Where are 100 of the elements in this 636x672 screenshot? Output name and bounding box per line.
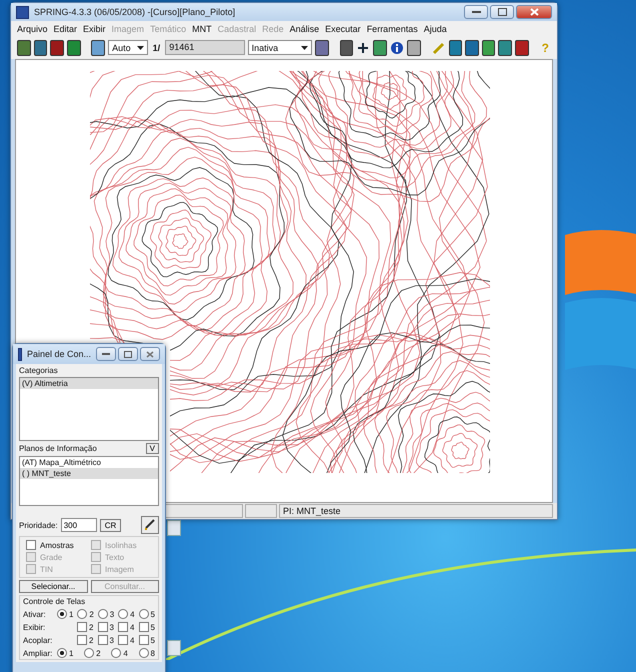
minimize-icon (472, 10, 480, 14)
app-icon (16, 6, 29, 18)
planes-button[interactable]: V (146, 443, 159, 454)
scale-field[interactable]: 91461 (165, 40, 245, 55)
info-icon[interactable] (390, 40, 404, 54)
radio-button[interactable] (118, 609, 128, 619)
minimize-button[interactable] (96, 347, 116, 361)
toolbar-icon[interactable] (465, 40, 479, 56)
close-button[interactable] (516, 5, 552, 19)
option-label: 4 (130, 610, 135, 618)
checkbox[interactable] (77, 622, 87, 632)
menu-item[interactable]: Executar (325, 24, 361, 34)
toolbar-icon[interactable] (66, 40, 80, 56)
toolbar-icon[interactable] (17, 40, 31, 56)
checkbox[interactable] (77, 635, 87, 645)
close-icon (146, 350, 154, 358)
window-title: SPRING-4.3.3 (06/05/2008) -[Curso][Plano_Piloto] (34, 7, 236, 17)
option-label: 4 (130, 622, 134, 632)
option-label: 8 (150, 648, 155, 658)
app-icon (18, 348, 22, 360)
option-label: 5 (150, 636, 155, 644)
option-label: 5 (150, 610, 155, 618)
desktop-icon[interactable] (167, 640, 181, 656)
toolbar-icon[interactable] (406, 40, 421, 56)
desktop-icon[interactable] (167, 520, 181, 536)
checkbox-label: TIN (40, 564, 53, 574)
toolbar-icon[interactable] (34, 40, 48, 56)
checkbox-label: Imagem (105, 564, 134, 574)
row-label: Ativar: (23, 610, 47, 618)
checkbox[interactable] (138, 622, 149, 632)
cr-button[interactable]: CR (100, 518, 122, 532)
list-item[interactable]: (V) Altimetria (20, 378, 158, 389)
radio-button[interactable] (77, 609, 88, 619)
checkbox[interactable] (98, 635, 108, 645)
option-label: 2 (89, 622, 94, 632)
checkbox-label: Amostras (40, 540, 74, 550)
menu-item[interactable]: MNT (192, 24, 212, 34)
menu-item[interactable]: Ajuda (424, 24, 447, 34)
pencil-icon (144, 518, 156, 530)
list-item[interactable]: (AT) Mapa_Altimétrico (20, 457, 158, 468)
state-dropdown[interactable]: Inativa (248, 40, 312, 55)
radio-button[interactable] (57, 648, 67, 658)
radio-button[interactable] (111, 648, 122, 658)
planes-label: Planos de Informação (19, 444, 97, 453)
checkbox[interactable] (118, 622, 128, 632)
maximize-icon (498, 8, 506, 16)
maximize-button[interactable] (118, 347, 138, 361)
close-icon (530, 8, 538, 16)
menu-item[interactable]: Exibir (83, 24, 106, 34)
toolbar-icon[interactable] (340, 40, 354, 56)
toolbar-icon[interactable] (50, 40, 64, 56)
row-label: Acoplar: (23, 636, 54, 644)
checkbox-label: Isolinhas (105, 540, 137, 550)
minimize-icon (102, 352, 110, 356)
close-button[interactable] (140, 347, 160, 361)
checkbox[interactable] (98, 622, 108, 632)
toolbar-icon[interactable] (315, 40, 329, 56)
pencil-button[interactable] (141, 516, 159, 534)
menu-item[interactable]: Análise (290, 24, 320, 34)
option-label: 2 (89, 636, 94, 644)
radio-button[interactable] (98, 609, 108, 619)
toolbar-icon[interactable] (482, 40, 496, 56)
maximize-button[interactable] (490, 5, 514, 19)
toolbar-icon[interactable] (515, 40, 529, 56)
radio-button[interactable] (138, 609, 148, 619)
panel-button[interactable]: Selecionar... (19, 580, 88, 593)
row-label: Exibir: (23, 622, 46, 632)
group-title: Controle de Telas (23, 597, 86, 606)
menu-item[interactable]: Editar (54, 24, 78, 34)
list-item[interactable]: ( ) MNT_teste (20, 468, 158, 479)
caret-icon (301, 46, 308, 50)
scale-prefix: 1/ (152, 42, 162, 52)
option-label: 1 (69, 610, 74, 618)
checkbox-label: Grade (40, 552, 62, 562)
checkbox[interactable] (26, 540, 36, 550)
zoom-dropdown[interactable]: Auto (108, 40, 148, 55)
option-label: 4 (123, 648, 128, 658)
radio-button[interactable] (57, 609, 67, 619)
toolbar-icon[interactable] (448, 40, 462, 56)
checkbox[interactable] (118, 635, 128, 645)
priority-field[interactable]: 300 (60, 518, 97, 532)
toolbar-icon[interactable] (91, 40, 106, 56)
plus-icon[interactable] (356, 40, 370, 54)
priority-label: Prioridade: (19, 520, 58, 530)
row-label: Ampliar: (23, 648, 54, 658)
option-label: 1 (69, 648, 74, 658)
maximize-icon (124, 350, 132, 358)
menu-item[interactable]: Arquivo (17, 24, 48, 34)
menu-item[interactable]: Ferramentas (366, 24, 418, 34)
option-label: 3 (110, 622, 114, 632)
radio-button[interactable] (84, 648, 94, 658)
checkbox[interactable] (138, 635, 149, 645)
option-label: 5 (150, 622, 155, 632)
status-pane (245, 504, 277, 518)
radio-button[interactable] (138, 648, 149, 658)
checkbox-label: Texto (105, 552, 124, 562)
toolbar-icon[interactable] (498, 40, 512, 56)
toolbar-icon[interactable] (373, 40, 387, 56)
categories-label: Categorias (19, 366, 59, 375)
minimize-button[interactable] (464, 5, 488, 19)
